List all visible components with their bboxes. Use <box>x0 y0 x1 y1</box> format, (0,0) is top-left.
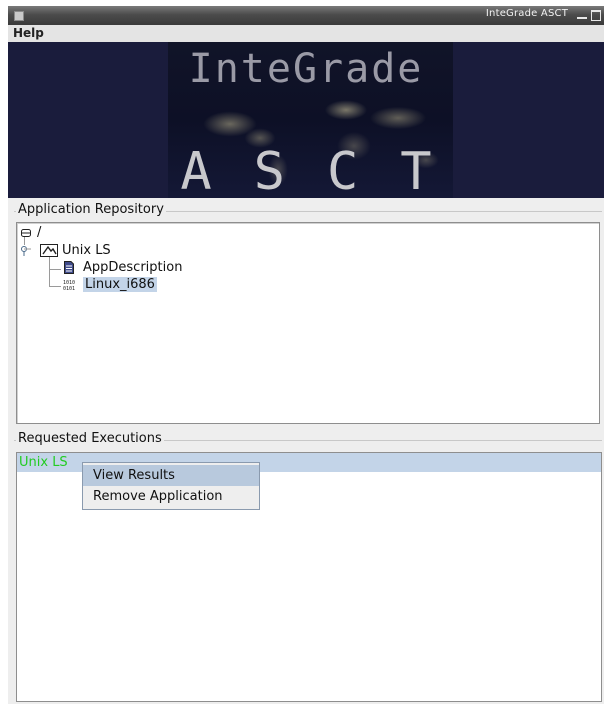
tree-label-appdescription: AppDescription <box>83 260 183 275</box>
banner-subtitle: ASCT <box>180 142 474 198</box>
tree-label-unix-ls: Unix LS <box>62 243 111 258</box>
binary-file-icon: 1010 0101 <box>63 280 75 291</box>
tree-root-label: / <box>37 225 42 240</box>
banner-title: InteGrade <box>188 46 424 92</box>
menu-item-view-results[interactable]: View Results <box>83 465 259 486</box>
menu-help[interactable]: Help <box>13 26 44 40</box>
menu-item-remove-application[interactable]: Remove Application <box>83 486 259 507</box>
repository-tree[interactable]: / Unix LS AppDescription 1010 0101 Linux… <box>16 222 600 424</box>
window-menu-icon[interactable] <box>14 11 24 21</box>
executions-group-title: Requested Executions <box>16 431 164 446</box>
context-menu: View Results Remove Application <box>82 462 260 510</box>
document-icon <box>64 261 74 274</box>
tree-label-linux-i686: Linux_i686 <box>83 277 157 292</box>
repository-group-title: Application Repository <box>16 202 166 217</box>
minimize-icon[interactable] <box>577 17 587 19</box>
tree-connector <box>49 286 61 287</box>
window-title: InteGrade ASCT <box>485 8 568 19</box>
tree-connector <box>49 269 61 270</box>
tree-node-linux-i686[interactable]: 1010 0101 Linux_i686 <box>63 277 157 292</box>
maximize-icon[interactable] <box>591 10 601 21</box>
tree-node-unix-ls[interactable]: Unix LS <box>20 243 111 258</box>
hard-drive-icon <box>21 228 31 237</box>
execution-label: Unix LS <box>19 455 68 470</box>
tree-node-appdescription[interactable]: AppDescription <box>63 260 182 275</box>
banner-image: InteGrade ASCT <box>8 42 604 198</box>
expand-handle-icon[interactable] <box>20 245 32 257</box>
menu-bar: Help <box>8 25 604 42</box>
title-bar[interactable]: InteGrade ASCT <box>8 6 604 25</box>
svg-text:0101: 0101 <box>63 286 75 291</box>
application-window: InteGrade ASCT Help InteGrade ASCT Appli… <box>8 6 604 704</box>
tree-connector <box>49 253 50 287</box>
application-folder-icon <box>40 244 58 257</box>
